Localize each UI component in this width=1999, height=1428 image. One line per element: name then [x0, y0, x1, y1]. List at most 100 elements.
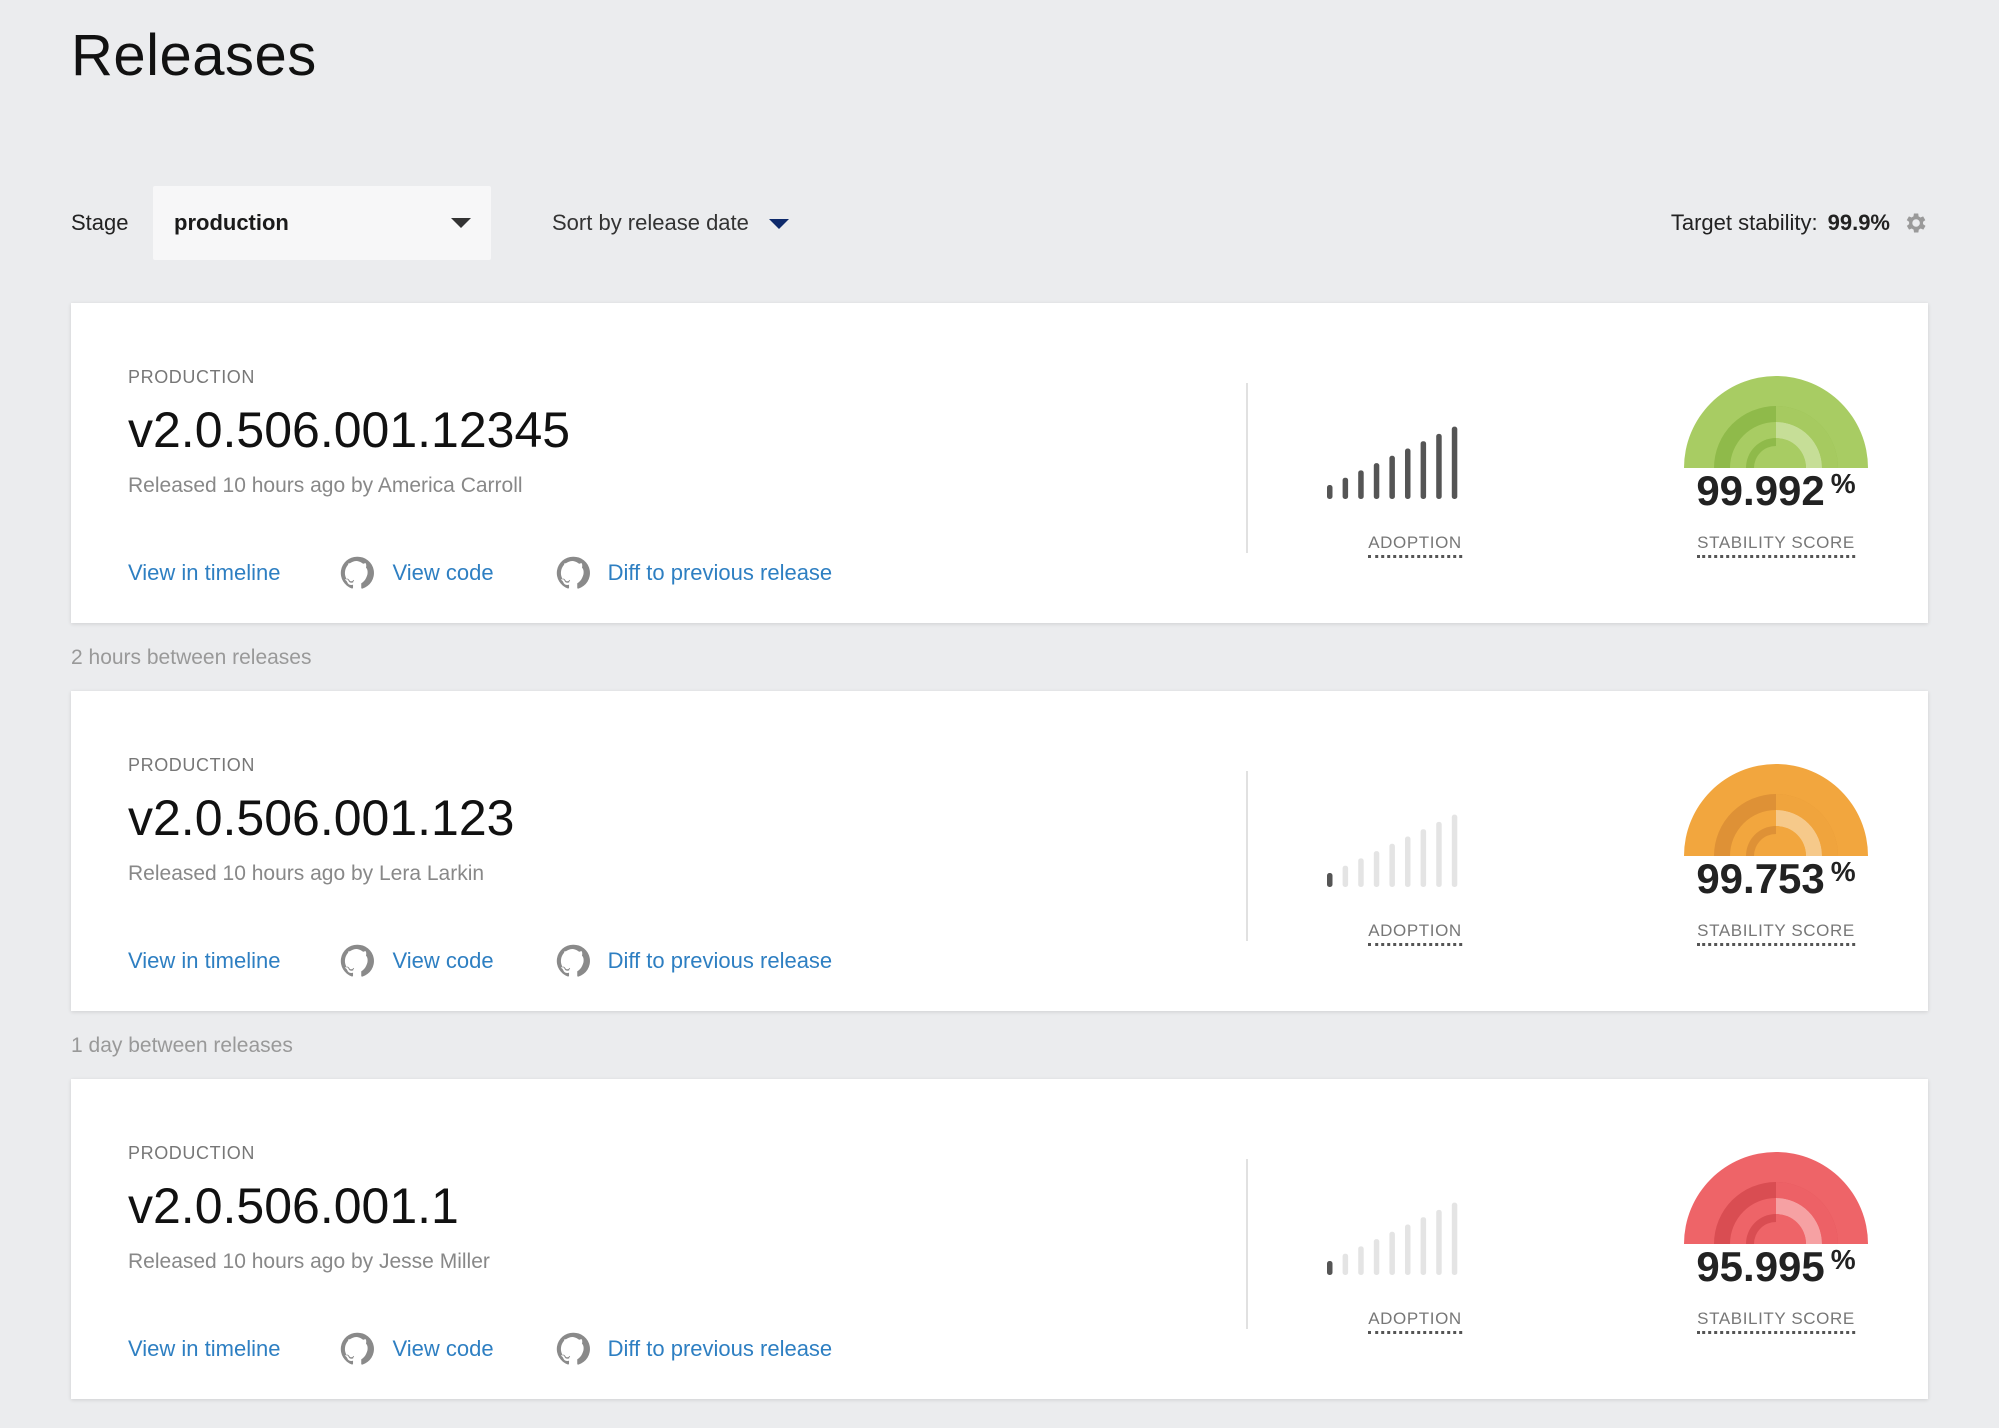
release-version[interactable]: v2.0.506.001.12345	[128, 401, 570, 459]
adoption-bar	[1436, 821, 1442, 887]
diff-to-previous-link[interactable]: Diff to previous release	[556, 944, 833, 978]
target-stability-value: 99.9%	[1827, 210, 1890, 235]
adoption-bar	[1436, 1209, 1442, 1275]
target-stability-label: Target stability:	[1670, 210, 1818, 235]
stability-score-value: 95.995%	[1696, 1243, 1856, 1290]
stability-gauge-chart	[1684, 376, 1868, 468]
release-stage-tag: PRODUCTION	[128, 367, 255, 387]
adoption-bar	[1451, 426, 1458, 499]
github-icon	[340, 1332, 375, 1366]
adoption-bar	[1420, 1217, 1427, 1275]
adoption-bar	[1373, 1239, 1380, 1275]
view-code-label: View code	[392, 1336, 494, 1361]
view-in-timeline-link[interactable]: View in timeline	[128, 1336, 280, 1362]
between-releases-note: 2 hours between releases	[71, 646, 312, 669]
view-code-link[interactable]: View code	[340, 1332, 494, 1366]
adoption-bar	[1358, 470, 1364, 499]
adoption-meter[interactable]: ADOPTION	[1316, 1189, 1476, 1334]
adoption-meter[interactable]: ADOPTION	[1316, 413, 1476, 558]
target-stability: Target stability: 99.9%	[1671, 210, 1928, 236]
github-icon	[340, 556, 375, 590]
stability-gauge-chart	[1684, 1152, 1868, 1244]
chevron-down-icon	[451, 218, 471, 228]
adoption-bar	[1358, 858, 1364, 887]
view-in-timeline-link[interactable]: View in timeline	[128, 560, 280, 586]
adoption-bar	[1389, 455, 1395, 499]
adoption-bar	[1451, 814, 1458, 887]
adoption-bars	[1327, 426, 1458, 499]
release-links: View in timeline View code Diff to previ…	[128, 553, 832, 593]
stability-gauge-chart	[1684, 764, 1868, 856]
view-code-link[interactable]: View code	[340, 556, 494, 590]
between-releases-note: 1 day between releases	[71, 1034, 293, 1057]
stability-score-label[interactable]: STABILITY SCORE	[1697, 1309, 1855, 1334]
adoption-bar	[1358, 1246, 1364, 1275]
github-icon	[556, 944, 590, 978]
page-title: Releases	[71, 23, 317, 88]
diff-to-previous-link[interactable]: Diff to previous release	[556, 556, 833, 590]
release-card: PRODUCTION v2.0.506.001.1 Released 10 ho…	[71, 1079, 1928, 1399]
diff-label: Diff to previous release	[607, 948, 833, 973]
stability-score-gauge[interactable]: 99.992% STABILITY SCORE	[1661, 373, 1891, 593]
stability-score-value: 99.753%	[1696, 855, 1856, 902]
adoption-bar	[1327, 485, 1333, 499]
release-stage-tag: PRODUCTION	[128, 755, 255, 775]
adoption-bar	[1389, 843, 1395, 887]
sort-label: Sort by release date	[552, 210, 749, 235]
diff-label: Diff to previous release	[607, 1336, 833, 1361]
adoption-bar	[1373, 463, 1380, 499]
adoption-bar	[1405, 1224, 1411, 1275]
chevron-down-icon	[768, 219, 789, 229]
diff-label: Diff to previous release	[607, 560, 833, 585]
view-in-timeline-link[interactable]: View in timeline	[128, 948, 280, 974]
release-card: PRODUCTION v2.0.506.001.12345 Released 1…	[71, 303, 1928, 623]
adoption-bar	[1327, 873, 1333, 887]
card-divider	[1246, 771, 1248, 941]
stage-label: Stage	[71, 210, 129, 235]
release-links: View in timeline View code Diff to previ…	[128, 1329, 832, 1369]
adoption-label[interactable]: ADOPTION	[1368, 1309, 1462, 1334]
stage-select[interactable]: production	[153, 186, 491, 260]
adoption-bars	[1327, 1202, 1458, 1275]
card-divider	[1246, 383, 1248, 553]
adoption-bar	[1327, 1261, 1333, 1275]
release-version[interactable]: v2.0.506.001.1	[128, 1177, 459, 1235]
card-divider	[1246, 1159, 1248, 1329]
adoption-bar	[1420, 441, 1427, 499]
adoption-bar	[1405, 448, 1411, 499]
view-code-link[interactable]: View code	[340, 944, 494, 978]
adoption-bar	[1342, 1253, 1349, 1275]
adoption-bar	[1342, 865, 1349, 887]
release-meta: Released 10 hours ago by Jesse Miller	[128, 1250, 490, 1273]
view-code-label: View code	[392, 948, 494, 973]
adoption-bar	[1389, 1231, 1395, 1275]
github-icon	[556, 556, 590, 590]
adoption-bar	[1436, 433, 1442, 499]
stability-score-label[interactable]: STABILITY SCORE	[1697, 921, 1855, 946]
adoption-label[interactable]: ADOPTION	[1368, 921, 1462, 946]
sort-dropdown[interactable]: Sort by release date	[552, 210, 789, 236]
release-version[interactable]: v2.0.506.001.123	[128, 789, 514, 847]
adoption-bar	[1373, 851, 1380, 887]
release-card: PRODUCTION v2.0.506.001.123 Released 10 …	[71, 691, 1928, 1011]
gear-icon[interactable]	[1902, 210, 1928, 236]
filter-toolbar: Stage production Sort by release date Ta…	[71, 186, 1928, 260]
github-icon	[340, 944, 375, 978]
stability-score-label[interactable]: STABILITY SCORE	[1697, 533, 1855, 558]
view-code-label: View code	[392, 560, 494, 585]
diff-to-previous-link[interactable]: Diff to previous release	[556, 1332, 833, 1366]
github-icon	[556, 1332, 590, 1366]
release-meta: Released 10 hours ago by America Carroll	[128, 474, 523, 497]
stability-score-gauge[interactable]: 95.995% STABILITY SCORE	[1661, 1149, 1891, 1369]
adoption-label[interactable]: ADOPTION	[1368, 533, 1462, 558]
adoption-bar	[1342, 477, 1349, 499]
stability-score-gauge[interactable]: 99.753% STABILITY SCORE	[1661, 761, 1891, 981]
release-stage-tag: PRODUCTION	[128, 1143, 255, 1163]
stage-select-value: production	[174, 210, 289, 235]
adoption-meter[interactable]: ADOPTION	[1316, 801, 1476, 946]
adoption-bar	[1420, 829, 1427, 887]
release-meta: Released 10 hours ago by Lera Larkin	[128, 862, 485, 885]
release-links: View in timeline View code Diff to previ…	[128, 941, 832, 981]
stability-score-value: 99.992%	[1696, 467, 1856, 514]
adoption-bar	[1405, 836, 1411, 887]
